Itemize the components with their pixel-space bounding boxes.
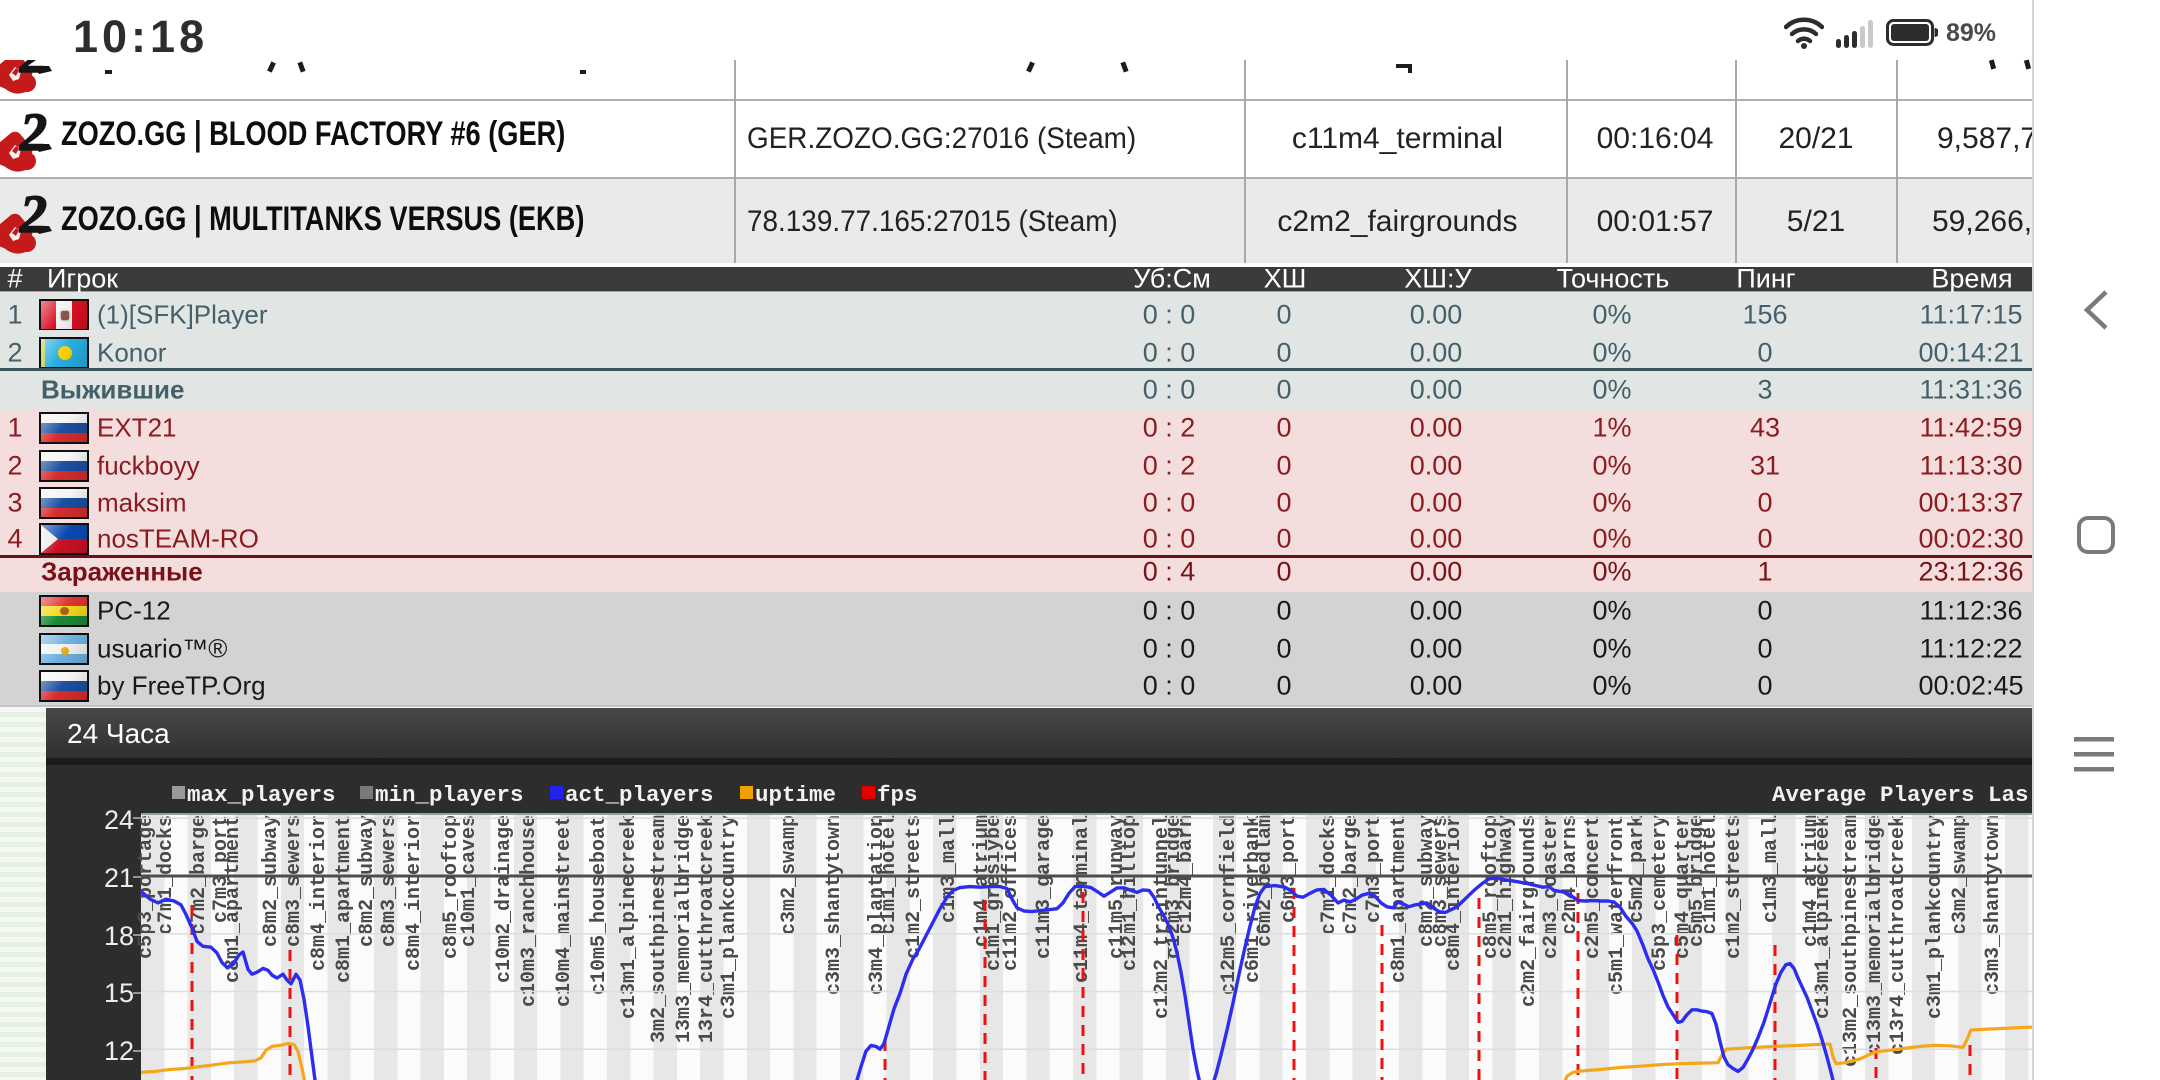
svg-text:2: 2 bbox=[19, 188, 47, 244]
svg-text:2: 2 bbox=[19, 106, 47, 162]
